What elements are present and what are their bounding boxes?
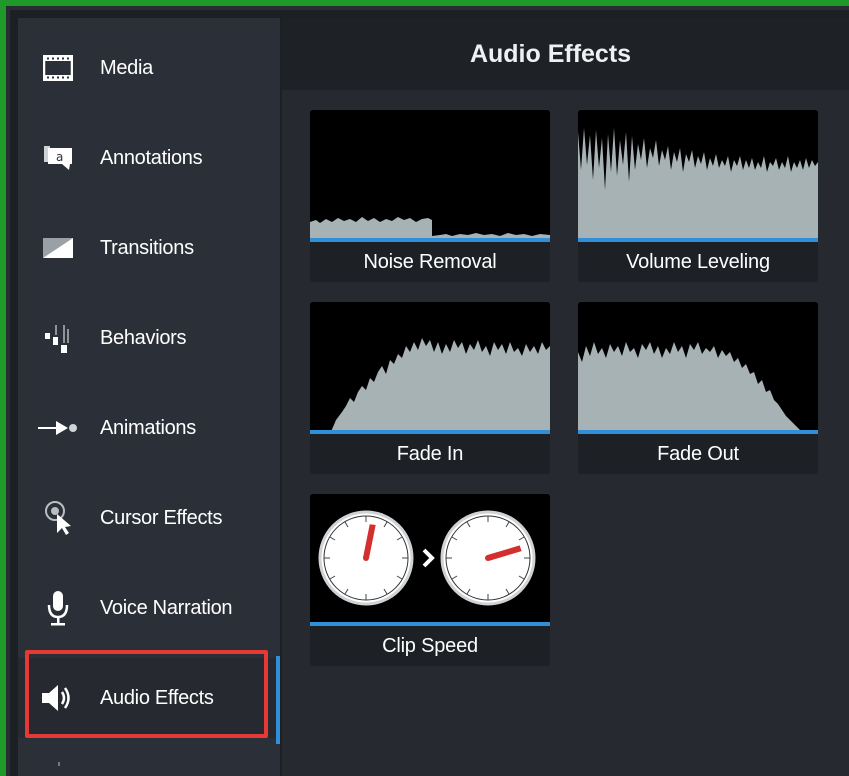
transition-icon (38, 228, 78, 268)
annotation-callout-icon: a (38, 138, 78, 178)
sidebar-item-label: Annotations (100, 146, 203, 169)
sidebar-item-label: Animations (100, 416, 196, 439)
effect-tile-fade-out[interactable]: Fade Out (578, 302, 818, 474)
svg-text:a: a (56, 150, 63, 164)
microphone-icon (38, 588, 78, 628)
sidebar-item-label: Voice Narration (100, 596, 233, 619)
sidebar-item-voice-narration[interactable]: Voice Narration (18, 568, 280, 648)
sidebar-item-annotations[interactable]: a Annotations (18, 118, 280, 198)
animation-arrow-icon (38, 408, 78, 448)
effect-label: Volume Leveling (626, 250, 770, 273)
sidebar-item-label: Media (100, 56, 153, 79)
more-items-hint (50, 762, 66, 766)
fade-in-waveform (310, 302, 550, 434)
effects-panel: Audio Effects Noise Removal Volume Level… (282, 18, 849, 776)
sidebar-item-transitions[interactable]: Transitions (18, 208, 280, 288)
sidebar-item-media[interactable]: Media (18, 28, 280, 108)
panel-header: Audio Effects (282, 18, 849, 90)
effect-tile-fade-in[interactable]: Fade In (310, 302, 550, 474)
effect-label: Fade Out (657, 442, 739, 465)
film-icon (38, 48, 78, 88)
behaviors-icon (38, 318, 78, 358)
sidebar-item-cursor-effects[interactable]: Cursor Effects (18, 478, 280, 558)
effect-label: Noise Removal (363, 250, 497, 273)
clip-speed-clocks (310, 494, 550, 626)
sidebar-item-label: Transitions (100, 236, 194, 259)
sidebar-item-animations[interactable]: Animations (18, 388, 280, 468)
effect-tile-clip-speed[interactable]: Clip Speed (310, 494, 550, 666)
cursor-effects-icon (38, 498, 78, 538)
volume-leveling-waveform (578, 110, 818, 242)
effect-label: Clip Speed (382, 634, 478, 657)
sidebar-item-label: Behaviors (100, 326, 187, 349)
effect-tile-noise-removal[interactable]: Noise Removal (310, 110, 550, 282)
active-indicator (276, 656, 280, 744)
sidebar-item-behaviors[interactable]: Behaviors (18, 298, 280, 378)
fade-out-waveform (578, 302, 818, 434)
sidebar-item-label: Cursor Effects (100, 506, 223, 529)
page-title: Audio Effects (469, 39, 632, 68)
effect-label: Fade In (396, 442, 464, 465)
effect-tile-volume-leveling[interactable]: Volume Leveling (578, 110, 818, 282)
noise-removal-waveform (310, 110, 550, 242)
highlight-box (25, 650, 268, 738)
